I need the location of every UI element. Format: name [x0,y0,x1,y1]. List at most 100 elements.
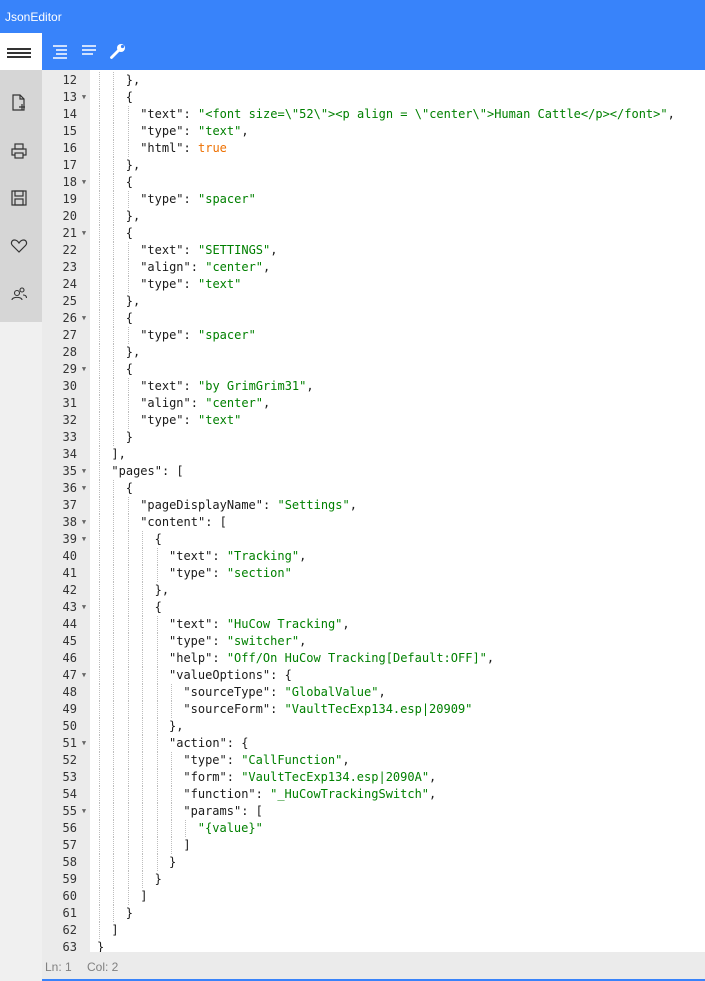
users-icon[interactable] [9,284,29,304]
code-line[interactable]: 38 ▼ "content": [ [42,514,705,531]
code-line[interactable]: 19 "type": "spacer" [42,191,705,208]
code-line[interactable]: 39 ▼ { [42,531,705,548]
settings-wrench-icon[interactable] [108,41,128,61]
code-line[interactable]: 34], [42,446,705,463]
code-line[interactable]: 57] [42,837,705,854]
menu-icon[interactable] [0,33,42,70]
indent-guide [99,752,100,769]
code-line[interactable]: 50}, [42,718,705,735]
code-text: "pages": [ [111,463,183,480]
code-line[interactable]: 48 "sourceType": "GlobalValue", [42,684,705,701]
code-line[interactable]: 27 "type": "spacer" [42,327,705,344]
code-line[interactable]: 43 ▼ { [42,599,705,616]
code-line[interactable]: 22 "text": "SETTINGS", [42,242,705,259]
code-line[interactable]: 56 "{value}" [42,820,705,837]
code-line[interactable]: 37 "pageDisplayName": "Settings", [42,497,705,514]
code-line[interactable]: 18 ▼ { [42,174,705,191]
code-line[interactable]: 20}, [42,208,705,225]
fold-toggle-icon[interactable]: ▼ [80,803,88,820]
fold-toggle-icon[interactable]: ▼ [80,89,88,106]
json-string: "CallFunction" [241,753,343,767]
json-punctuation: : [183,141,198,155]
code-line[interactable]: 61} [42,905,705,922]
code-line[interactable]: 54 "function": "_HuCowTrackingSwitch", [42,786,705,803]
new-file-icon[interactable] [9,93,29,113]
indent-guide [99,497,100,514]
indent-guide [99,684,100,701]
code-line[interactable]: 16 "html": true [42,140,705,157]
code-line[interactable]: 46 "help": "Off/On HuCow Tracking[Default… [42,650,705,667]
fold-toggle-icon[interactable]: ▼ [80,310,88,327]
code-line[interactable]: 55 ▼ "params": [ [42,803,705,820]
code-line[interactable]: 30 "text": "by GrimGrim31", [42,378,705,395]
code-line[interactable]: 13 ▼ { [42,89,705,106]
line-number: 41 [62,566,77,580]
fold-toggle-icon[interactable]: ▼ [80,225,88,242]
code-line[interactable]: 23 "align": "center", [42,259,705,276]
code-line[interactable]: 45 "type": "switcher", [42,633,705,650]
code-line[interactable]: 29 ▼ { [42,361,705,378]
code-line[interactable]: 52 "type": "CallFunction", [42,752,705,769]
save-icon[interactable] [9,188,29,208]
code-line[interactable]: 44 "text": "HuCow Tracking", [42,616,705,633]
code-editor[interactable]: 12}, 13 ▼{14 "text": "<font size=\"52\"><p … [42,70,705,952]
fold-toggle-icon[interactable]: ▼ [80,599,88,616]
fold-toggle-icon[interactable]: ▼ [80,531,88,548]
code-line[interactable]: 21 ▼ { [42,225,705,242]
code-line[interactable]: 60] [42,888,705,905]
code-line[interactable]: 26 ▼ { [42,310,705,327]
code-text: { [126,310,133,327]
code-line[interactable]: 63} [42,939,705,952]
indent-guide [99,344,100,361]
indent-guide [171,803,172,820]
code-line[interactable]: 49 "sourceForm": "VaultTecExp134.esp|2090… [42,701,705,718]
indent-guide [142,650,144,667]
code-line[interactable]: 51 ▼ "action": { [42,735,705,752]
code-line[interactable]: 40 "text": "Tracking", [42,548,705,565]
indent-guide [113,718,115,735]
code-line[interactable]: 17}, [42,157,705,174]
json-punctuation: : { [270,668,292,682]
fold-toggle-icon[interactable]: ▼ [80,514,88,531]
code-line[interactable]: 42}, [42,582,705,599]
json-punctuation: { [125,90,134,104]
indent-guide [113,684,115,701]
compact-json-icon[interactable] [79,41,99,61]
code-line[interactable]: 33} [42,429,705,446]
format-json-icon[interactable] [50,41,70,61]
json-punctuation: , [342,753,350,767]
fold-toggle-icon[interactable]: ▼ [80,667,88,684]
indent-guide [142,616,144,633]
code-line[interactable]: 32 "type": "text" [42,412,705,429]
fold-toggle-icon[interactable]: ▼ [80,463,88,480]
code-line[interactable]: 47 ▼ "valueOptions": { [42,667,705,684]
code-line[interactable]: 12}, [42,72,705,89]
json-punctuation: }, [125,158,141,172]
heart-icon[interactable] [9,236,29,256]
code-text: "text": "HuCow Tracking", [169,616,350,633]
code-line[interactable]: 59} [42,871,705,888]
code-line[interactable]: 58} [42,854,705,871]
fold-toggle-icon[interactable]: ▼ [80,735,88,752]
json-string: "center" [205,260,264,274]
code-line[interactable]: 28}, [42,344,705,361]
indent-guide [113,701,115,718]
code-line[interactable]: 25}, [42,293,705,310]
code-line[interactable]: 35 ▼ "pages": [ [42,463,705,480]
fold-toggle-icon[interactable]: ▼ [80,174,88,191]
fold-toggle-icon[interactable]: ▼ [80,480,88,497]
indent-guide [113,514,115,531]
code-line[interactable]: 36 ▼ { [42,480,705,497]
code-line[interactable]: 62] [42,922,705,939]
indent-guide [99,922,100,939]
indent-guide [127,582,129,599]
code-line[interactable]: 31 "align": "center", [42,395,705,412]
code-line[interactable]: 41 "type": "section" [42,565,705,582]
code-line[interactable]: 15 "type": "text", [42,123,705,140]
line-number: 51 [62,736,77,750]
fold-toggle-icon[interactable]: ▼ [80,361,88,378]
code-line[interactable]: 24 "type": "text" [42,276,705,293]
code-line[interactable]: 14 "text": "<font size=\"52\"><p align = … [42,106,705,123]
print-icon[interactable] [9,141,29,161]
code-line[interactable]: 53 "form": "VaultTecExp134.esp|2090A", [42,769,705,786]
